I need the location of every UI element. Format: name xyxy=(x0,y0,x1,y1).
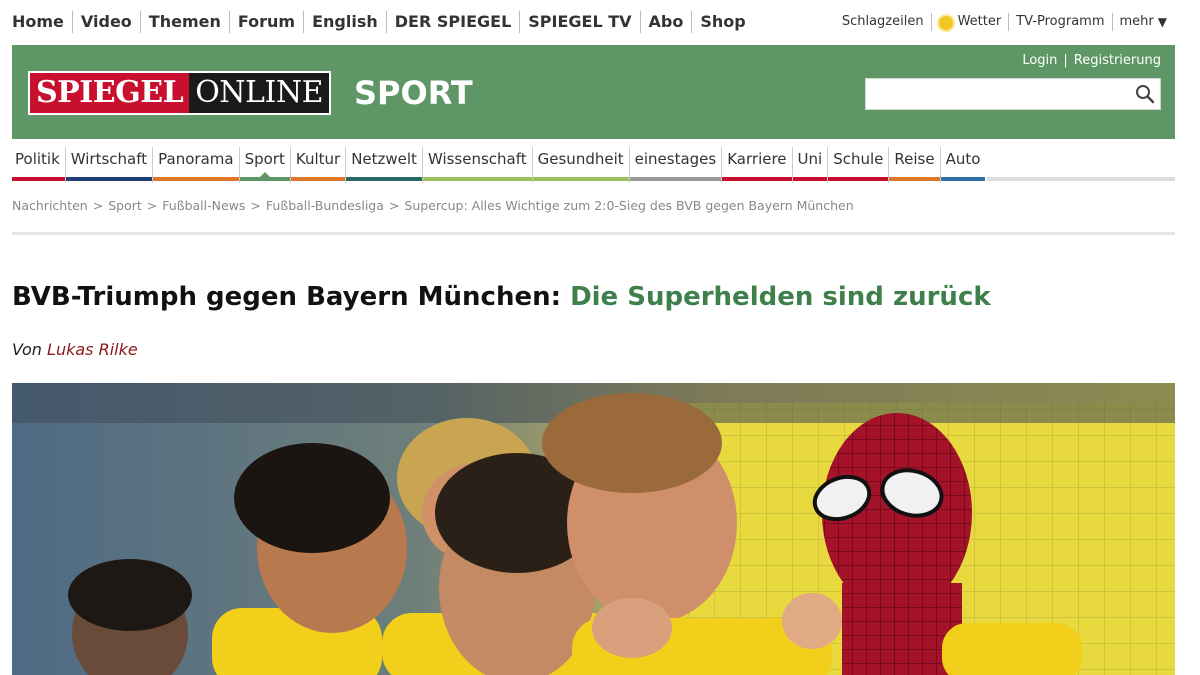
breadcrumb-item[interactable]: Fußball-Bundesliga xyxy=(266,198,384,213)
search-box xyxy=(865,78,1161,110)
topnav-tv-programm-link[interactable]: TV-Programm xyxy=(1008,13,1111,31)
site-header: SPIEGEL ONLINE SPORT Login | Registrieru… xyxy=(12,45,1175,139)
section-tab-netzwelt[interactable]: Netzwelt xyxy=(345,147,422,183)
headline-sub: Die Superhelden sind zurück xyxy=(570,282,991,312)
auth-separator: | xyxy=(1063,53,1068,68)
section-tab-wissenschaft[interactable]: Wissenschaft xyxy=(421,147,532,183)
section-tab-kultur[interactable]: Kultur xyxy=(289,147,346,183)
section-tab-label: Politik xyxy=(15,150,60,168)
section-color-bar xyxy=(792,177,828,181)
breadcrumb-item[interactable]: Nachrichten xyxy=(12,198,88,213)
byline: Von Lukas Rilke xyxy=(12,340,138,359)
section-tab-reise[interactable]: Reise xyxy=(888,147,940,183)
auth-links: Login | Registrierung xyxy=(1022,53,1161,68)
sun-icon xyxy=(938,16,953,30)
section-color-bar xyxy=(290,177,346,181)
author-link[interactable]: Lukas Rilke xyxy=(47,340,138,359)
search-icon[interactable] xyxy=(1134,83,1156,105)
topnav-spiegel-tv-link[interactable]: SPIEGEL TV xyxy=(519,11,639,33)
headline-main: BVB-Triumph gegen Bayern München: xyxy=(12,282,561,312)
section-tab-wirtschaft[interactable]: Wirtschaft xyxy=(64,147,153,183)
topnav-shop-link[interactable]: Shop xyxy=(691,11,753,33)
section-color-bar xyxy=(153,177,239,181)
section-tab-gesundheit[interactable]: Gesundheit xyxy=(531,147,629,183)
caret-down-icon: ▼ xyxy=(1157,15,1167,29)
breadcrumb-item[interactable]: Supercup: Alles Wichtige zum 2:0-Sieg de… xyxy=(404,198,853,213)
breadcrumb-item[interactable]: Sport xyxy=(108,198,142,213)
section-tab-schule[interactable]: Schule xyxy=(827,147,889,183)
section-color-bar xyxy=(940,177,986,181)
hero-image[interactable] xyxy=(12,383,1175,675)
section-tab-label: Gesundheit xyxy=(537,150,624,168)
login-link[interactable]: Login xyxy=(1022,53,1057,68)
breadcrumb: Nachrichten > Sport > Fußball-News > Fußball-B… xyxy=(12,198,854,213)
section-tab-einestages[interactable]: einestages xyxy=(628,147,722,183)
section-tab-label: Sport xyxy=(244,150,285,168)
topnav-forum-link[interactable]: Forum xyxy=(228,11,303,33)
section-tab-label: Netzwelt xyxy=(351,150,417,168)
section-tab-label: Kultur xyxy=(295,150,341,168)
logo-spiegel-text: SPIEGEL xyxy=(30,73,190,113)
section-tab-auto[interactable]: Auto xyxy=(939,147,986,183)
section-tab-label: Reise xyxy=(894,150,935,168)
section-tab-label: Wirtschaft xyxy=(70,150,148,168)
topnav-themen-link[interactable]: Themen xyxy=(139,11,229,33)
breadcrumb-separator: > xyxy=(92,198,104,213)
section-color-bar xyxy=(532,177,629,181)
section-tab-label: einestages xyxy=(634,150,717,168)
mehr-label: mehr xyxy=(1119,14,1154,29)
section-navigation: Politik Wirtschaft Panorama Sport Kultur Netz… xyxy=(12,147,1175,183)
topnav-home-link[interactable]: Home xyxy=(12,11,72,33)
section-nav-items: Politik Wirtschaft Panorama Sport Kultur Netz… xyxy=(12,147,986,183)
topnav-schlagzeilen-link[interactable]: Schlagzeilen xyxy=(835,13,931,31)
section-tab-label: Schule xyxy=(833,150,884,168)
top-navigation: Home Video Themen Forum English DER SPIEGEL SP… xyxy=(0,0,1200,44)
section-tab-sport[interactable]: Sport xyxy=(238,147,290,183)
breadcrumb-item[interactable]: Fußball-News xyxy=(162,198,245,213)
section-color-bar xyxy=(889,177,940,181)
section-tab-uni[interactable]: Uni xyxy=(791,147,828,183)
section-color-bar xyxy=(722,177,792,181)
section-color-bar xyxy=(12,177,65,181)
section-tab-label: Karriere xyxy=(727,150,787,168)
topnav-wetter-link[interactable]: Wetter xyxy=(930,13,1009,31)
wetter-label: Wetter xyxy=(957,14,1002,29)
breadcrumb-separator: > xyxy=(250,198,261,213)
section-color-bar xyxy=(65,177,153,181)
topnav-der-spiegel-link[interactable]: DER SPIEGEL xyxy=(385,11,520,33)
topnav-abo-link[interactable]: Abo xyxy=(639,11,692,33)
search-input[interactable] xyxy=(866,79,1126,109)
section-tab-label: Auto xyxy=(945,150,981,168)
section-title[interactable]: SPORT xyxy=(354,73,473,113)
section-tab-label: Uni xyxy=(797,150,823,168)
breadcrumb-divider xyxy=(12,232,1175,235)
breadcrumb-separator: > xyxy=(388,198,400,213)
top-nav-right: Schlagzeilen Wetter TV-Programm mehr ▼ xyxy=(835,13,1174,31)
section-tab-politik[interactable]: Politik xyxy=(12,147,65,183)
section-color-bar xyxy=(422,177,532,181)
topnav-english-link[interactable]: English xyxy=(303,11,386,33)
section-tab-karriere[interactable]: Karriere xyxy=(721,147,792,183)
topnav-video-link[interactable]: Video xyxy=(71,11,140,33)
register-link[interactable]: Registrierung xyxy=(1074,53,1161,68)
section-color-bar xyxy=(828,177,889,181)
spiegel-online-logo[interactable]: SPIEGEL ONLINE xyxy=(28,71,331,115)
article-headline: BVB-Triumph gegen Bayern München: Die Su… xyxy=(12,280,991,314)
section-nav-divider xyxy=(987,177,1175,181)
section-tab-panorama[interactable]: Panorama xyxy=(152,147,239,183)
top-nav-left: Home Video Themen Forum English DER SPIEGEL SP… xyxy=(12,11,754,33)
topnav-mehr-dropdown[interactable]: mehr ▼ xyxy=(1111,13,1174,31)
hero-photo xyxy=(12,383,1175,675)
section-color-bar xyxy=(239,177,290,181)
section-color-bar xyxy=(629,177,722,181)
section-tab-label: Panorama xyxy=(158,150,234,168)
section-tab-label: Wissenschaft xyxy=(427,150,527,168)
byline-prefix: Von xyxy=(12,340,42,359)
breadcrumb-separator: > xyxy=(146,198,158,213)
section-color-bar xyxy=(346,177,422,181)
logo-online-text: ONLINE xyxy=(189,73,329,113)
